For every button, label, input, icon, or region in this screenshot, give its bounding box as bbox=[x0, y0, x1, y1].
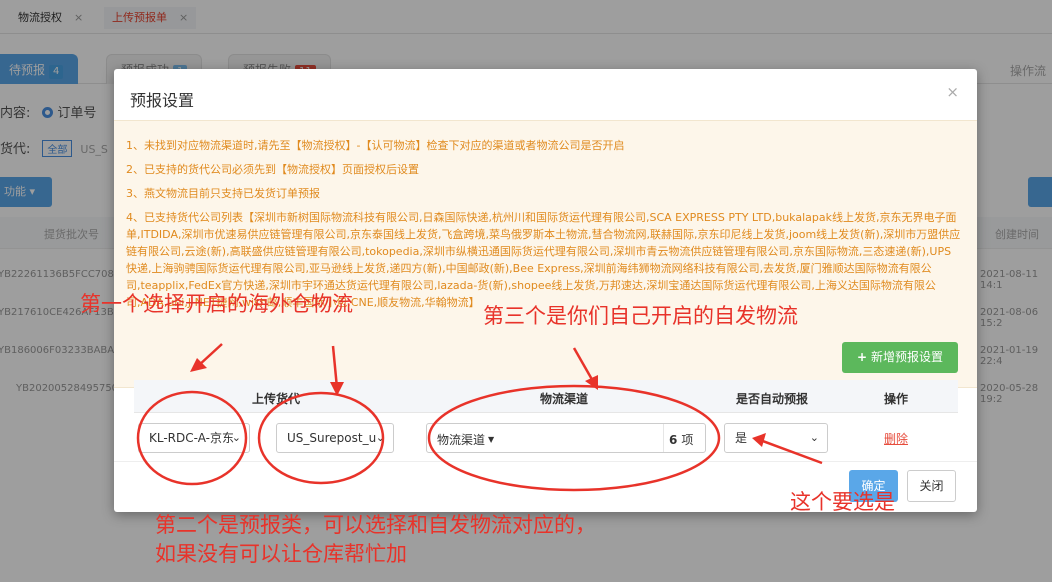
plus-icon: + bbox=[856, 350, 868, 364]
annotation-first: 第一个选择开启的海外仓物流 bbox=[80, 292, 353, 316]
divider bbox=[663, 424, 664, 452]
annotation-third: 第三个是你们自己开启的自发物流 bbox=[483, 304, 798, 328]
close-button[interactable]: 关闭 bbox=[907, 470, 956, 502]
add-forecast-setting-button[interactable]: + 新增预报设置 bbox=[842, 342, 958, 373]
modal-title: 预报设置 bbox=[130, 91, 195, 110]
forecast-type-select[interactable]: US_Surepost_u ⌄ bbox=[276, 423, 394, 453]
col-auto-forecast: 是否自动预报 bbox=[736, 392, 809, 406]
chevron-down-icon: ⌄ bbox=[375, 431, 385, 444]
channel-label: 物流渠道 ▼ bbox=[437, 433, 495, 447]
footer-divider bbox=[114, 461, 977, 462]
channel-count: 6项 bbox=[669, 433, 694, 447]
settings-table-row: KL-RDC-A-京东 ⌄ US_Surepost_u ⌄ 物流渠道 ▼ 6项 是 ⌄ … bbox=[134, 413, 958, 461]
warehouse-value: KL-RDC-A-京东 bbox=[149, 431, 234, 445]
close-icon[interactable]: × bbox=[946, 83, 959, 101]
forecast-type-value: US_Surepost_u bbox=[287, 431, 377, 445]
notice-item: 1、未找到对应物流渠道时,请先至【物流授权】-【认可物流】检查下对应的渠道或者物… bbox=[126, 139, 625, 152]
caret-down-icon: ▼ bbox=[488, 435, 495, 444]
col-operations: 操作 bbox=[884, 392, 909, 406]
warehouse-select[interactable]: KL-RDC-A-京东 ⌄ bbox=[138, 423, 250, 453]
chevron-down-icon: ⌄ bbox=[809, 431, 819, 444]
col-upload-forwarder: 上传货代 bbox=[252, 392, 301, 406]
delete-link[interactable]: 删除 bbox=[884, 430, 908, 447]
auto-forecast-value: 是 bbox=[735, 431, 748, 445]
notice-item: 2、已支持的货代公司必须先到【物流授权】页面授权后设置 bbox=[126, 163, 419, 176]
auto-forecast-select[interactable]: 是 ⌄ bbox=[724, 423, 828, 453]
annotation-second-line1: 第二个是预报类，可以选择和自发物流对应的， bbox=[155, 513, 596, 537]
settings-table-header: 上传货代 物流渠道 是否自动预报 操作 bbox=[134, 380, 958, 413]
logistics-channel-dropdown[interactable]: 物流渠道 ▼ 6项 bbox=[426, 423, 706, 453]
notice-item: 3、燕文物流目前只支持已发货订单预报 bbox=[126, 187, 320, 200]
add-button-label: 新增预报设置 bbox=[871, 350, 944, 364]
chevron-down-icon: ⌄ bbox=[231, 431, 241, 444]
col-logistics-channel: 物流渠道 bbox=[540, 392, 589, 406]
annotation-second-line2: 如果没有可以让仓库帮忙加 bbox=[155, 542, 407, 566]
annotation-must-yes: 这个要选是 bbox=[790, 490, 895, 514]
